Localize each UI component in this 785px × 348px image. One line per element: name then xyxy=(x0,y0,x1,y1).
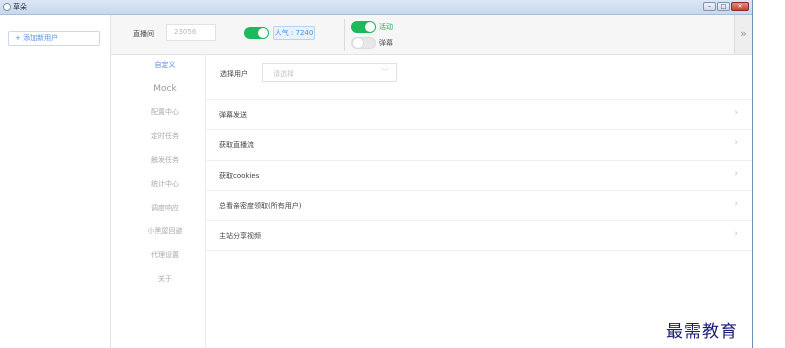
collapse-chevron-icon[interactable]: » xyxy=(734,15,752,54)
maximize-button[interactable]: □ xyxy=(717,2,730,11)
app-icon xyxy=(3,3,11,11)
watermark-text: 最需教育 xyxy=(666,322,738,342)
row-label: 总看亲密度领取(所有用户) xyxy=(219,202,302,210)
chevron-right-icon: › xyxy=(734,229,738,239)
room-id-input[interactable]: 23056 xyxy=(166,24,216,41)
select-placeholder: 请选择 xyxy=(273,70,294,78)
app-window: 草朵 – □ ✕ + 添加新用户 直播间 23056 人气 : 7240 活动 … xyxy=(0,0,753,348)
room-toolbar: 直播间 23056 人气 : 7240 活动 弹幕 » xyxy=(111,15,752,55)
close-button[interactable]: ✕ xyxy=(731,2,749,11)
menu-item-trigger-tasks[interactable]: 触发任务 xyxy=(135,153,195,167)
row-divider xyxy=(206,250,752,252)
menu-item-dispatch[interactable]: 调度响应 xyxy=(135,201,195,215)
select-user-label: 选择用户 xyxy=(220,70,248,78)
toolbar-divider xyxy=(344,19,345,51)
menu-item-config[interactable]: 配置中心 xyxy=(135,105,195,119)
popularity-badge: 人气 : 7240 xyxy=(273,26,315,40)
user-select[interactable]: 请选择 ﹀ xyxy=(262,63,397,82)
toggle-knob xyxy=(365,22,375,32)
row-label: 获取cookies xyxy=(219,172,260,180)
row-label: 主站分享视频 xyxy=(219,232,261,240)
minimize-button[interactable]: – xyxy=(703,2,716,11)
window-title: 草朵 xyxy=(13,3,27,11)
window-controls: – □ ✕ xyxy=(703,2,749,11)
danmu-toggle[interactable] xyxy=(351,37,376,49)
chevron-down-icon: ﹀ xyxy=(381,68,388,76)
row-get-stream[interactable]: 获取直播流 › xyxy=(206,129,752,159)
room-label: 直播间 xyxy=(133,30,154,38)
chevron-right-icon: › xyxy=(734,199,738,209)
custom-content-panel: 选择用户 请选择 ﹀ 弹幕发送 › 获取直播流 › 获取cookies › 总看… xyxy=(205,54,752,348)
menu-item-about[interactable]: 关于 xyxy=(135,272,195,286)
connect-toggle[interactable] xyxy=(244,27,269,39)
chevron-right-icon: › xyxy=(734,108,738,118)
menu-item-custom[interactable]: 自定义 xyxy=(135,58,195,72)
add-user-button[interactable]: + 添加新用户 xyxy=(8,31,100,46)
row-label: 获取直播流 xyxy=(219,141,254,149)
title-bar: 草朵 – □ ✕ xyxy=(0,0,752,15)
row-intimacy-claim[interactable]: 总看亲密度领取(所有用户) › xyxy=(206,190,752,220)
menu-item-statistics[interactable]: 统计中心 xyxy=(135,177,195,191)
row-share-video[interactable]: 主站分享视频 › xyxy=(206,220,752,250)
activity-label: 活动 xyxy=(379,23,393,31)
row-label: 弹幕发送 xyxy=(219,111,247,119)
menu-item-proxy[interactable]: 代理设置 xyxy=(135,248,195,262)
row-send-danmu[interactable]: 弹幕发送 › xyxy=(206,99,752,129)
menu-item-mock[interactable]: Mock xyxy=(135,82,195,96)
activity-toggle[interactable] xyxy=(351,21,376,33)
user-list-panel: + 添加新用户 xyxy=(0,15,111,348)
toggle-knob xyxy=(258,28,268,38)
menu-item-scheduled-tasks[interactable]: 定时任务 xyxy=(135,129,195,143)
row-get-cookies[interactable]: 获取cookies › xyxy=(206,160,752,190)
chevron-right-icon: › xyxy=(734,138,738,148)
toggle-knob xyxy=(353,38,363,48)
chevron-right-icon: › xyxy=(734,169,738,179)
danmu-label: 弹幕 xyxy=(379,39,393,47)
menu-item-blackroom[interactable]: 小黑屋回避 xyxy=(135,224,195,238)
